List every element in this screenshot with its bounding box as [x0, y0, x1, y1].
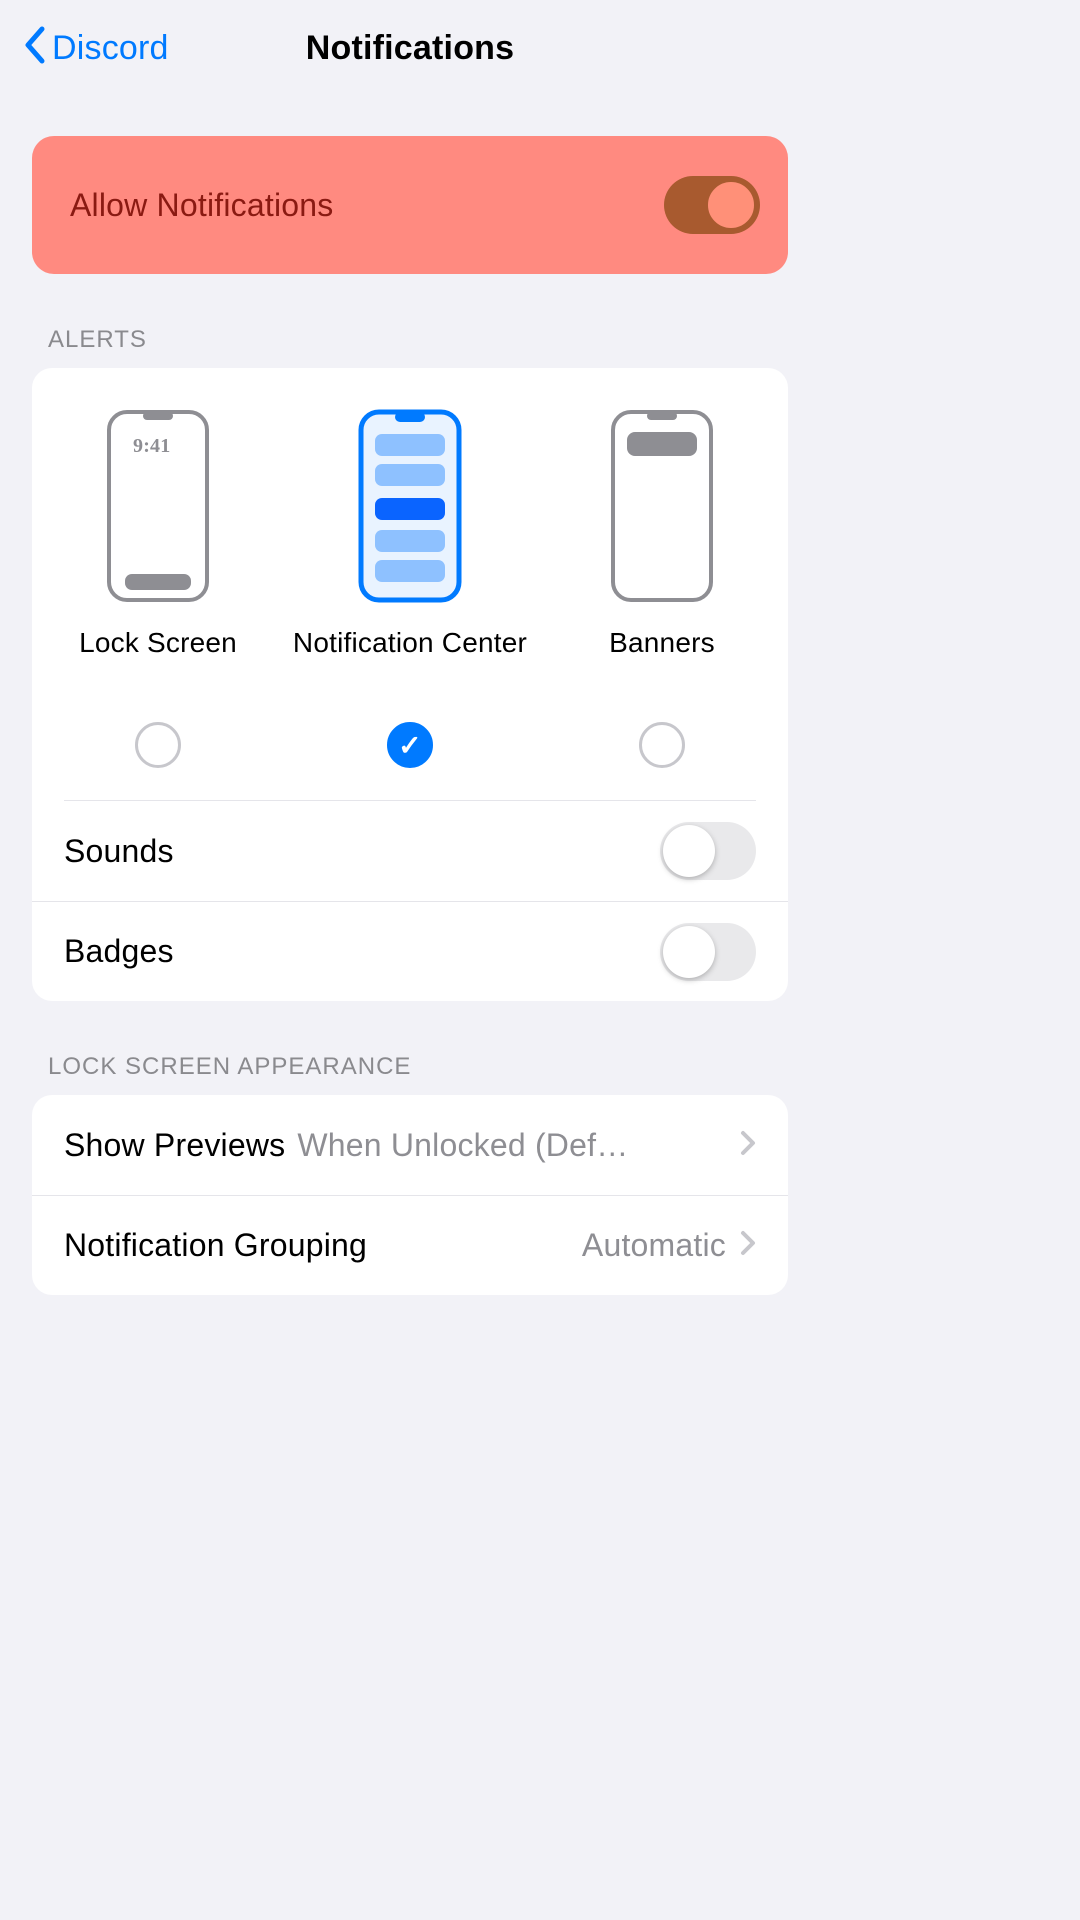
- notification-grouping-label: Notification Grouping: [64, 1227, 367, 1264]
- alert-option-label: Notification Center: [293, 622, 527, 706]
- nav-bar: Discord Notifications: [0, 0, 820, 96]
- lock-screen-phone-icon: 9:41: [103, 406, 213, 606]
- alert-option-lock-screen[interactable]: 9:41 Lock Screen: [32, 406, 284, 792]
- sounds-row[interactable]: Sounds: [32, 801, 788, 901]
- show-previews-value: When Unlocked (Def…: [297, 1127, 628, 1164]
- alert-option-label: Lock Screen: [79, 622, 237, 706]
- alert-option-notification-center[interactable]: Notification Center ✓: [284, 406, 536, 792]
- chevron-left-icon: [22, 25, 48, 72]
- sounds-label: Sounds: [64, 833, 174, 870]
- svg-text:9:41: 9:41: [133, 435, 170, 457]
- alert-option-check-banners[interactable]: [639, 722, 685, 768]
- page-title: Notifications: [306, 29, 515, 68]
- alert-option-banners[interactable]: Banners: [536, 406, 788, 792]
- back-button[interactable]: Discord: [10, 0, 181, 96]
- back-label: Discord: [52, 29, 169, 68]
- sounds-toggle[interactable]: [660, 822, 756, 880]
- alert-option-check-lock-screen[interactable]: [135, 722, 181, 768]
- alert-option-label: Banners: [609, 622, 715, 706]
- lock-appearance-card: Show Previews When Unlocked (Def… Notifi…: [32, 1095, 788, 1295]
- alerts-header: Alerts: [0, 274, 820, 368]
- allow-notifications-label: Allow Notifications: [70, 187, 333, 224]
- alert-option-check-notification-center[interactable]: ✓: [387, 722, 433, 768]
- notification-grouping-row[interactable]: Notification Grouping Automatic: [32, 1195, 788, 1295]
- alerts-card: 9:41 Lock Screen: [32, 368, 788, 1001]
- allow-notifications-toggle[interactable]: [664, 176, 760, 234]
- banners-phone-icon: [607, 406, 717, 606]
- chevron-right-icon: [740, 1127, 756, 1164]
- badges-label: Badges: [64, 933, 174, 970]
- badges-toggle[interactable]: [660, 923, 756, 981]
- chevron-right-icon: [740, 1227, 756, 1264]
- show-previews-row[interactable]: Show Previews When Unlocked (Def…: [32, 1095, 788, 1195]
- badges-row[interactable]: Badges: [32, 901, 788, 1001]
- show-previews-label: Show Previews: [64, 1127, 285, 1164]
- notification-grouping-value: Automatic: [582, 1227, 726, 1264]
- notification-center-phone-icon: [355, 406, 465, 606]
- lock-appearance-header: Lock Screen Appearance: [0, 1001, 820, 1095]
- allow-notifications-row[interactable]: Allow Notifications: [32, 136, 788, 274]
